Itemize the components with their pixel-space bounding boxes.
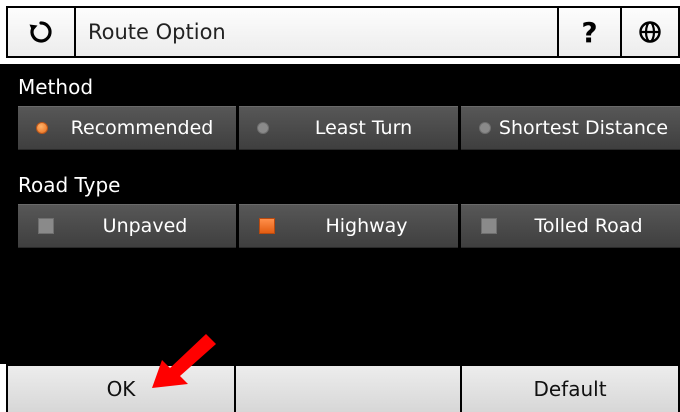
radio-unselected-icon	[479, 122, 491, 134]
method-option-recommended[interactable]: Recommended	[18, 106, 236, 150]
method-option-least-turn[interactable]: Least Turn	[239, 106, 458, 150]
route-option-screen: Route Option ? Method Recommended Least …	[0, 0, 680, 412]
globe-icon	[639, 21, 661, 43]
checkbox-unchecked-icon	[38, 218, 54, 234]
footer-bar: OK Default	[0, 364, 680, 412]
back-button[interactable]	[6, 6, 76, 58]
method-section-label: Method	[18, 75, 94, 99]
road-type-option-tolled-road[interactable]: Tolled Road	[461, 204, 680, 248]
help-icon: ?	[581, 15, 598, 49]
header-bar: Route Option ?	[0, 0, 680, 64]
option-label: Unpaved	[102, 215, 188, 237]
option-label: Highway	[325, 215, 408, 237]
option-label: Tolled Road	[534, 215, 643, 237]
page-title: Route Option	[74, 6, 559, 58]
default-button[interactable]: Default	[460, 364, 680, 412]
option-label: Least Turn	[314, 117, 413, 139]
road-type-option-unpaved[interactable]: Unpaved	[18, 204, 236, 248]
method-option-shortest-distance[interactable]: Shortest Distance	[461, 106, 680, 150]
refresh-back-icon	[29, 21, 52, 43]
option-label: Shortest Distance	[498, 117, 669, 139]
language-button[interactable]	[620, 6, 680, 58]
radio-selected-icon	[36, 122, 48, 134]
road-type-section-label: Road Type	[18, 173, 121, 197]
ok-button[interactable]: OK	[6, 364, 236, 412]
help-button[interactable]: ?	[557, 6, 622, 58]
checkbox-checked-icon	[259, 218, 275, 234]
empty-footer-button	[234, 364, 462, 412]
radio-unselected-icon	[257, 122, 269, 134]
road-type-option-highway[interactable]: Highway	[239, 204, 458, 248]
checkbox-unchecked-icon	[481, 218, 497, 234]
option-label: Recommended	[70, 117, 214, 139]
